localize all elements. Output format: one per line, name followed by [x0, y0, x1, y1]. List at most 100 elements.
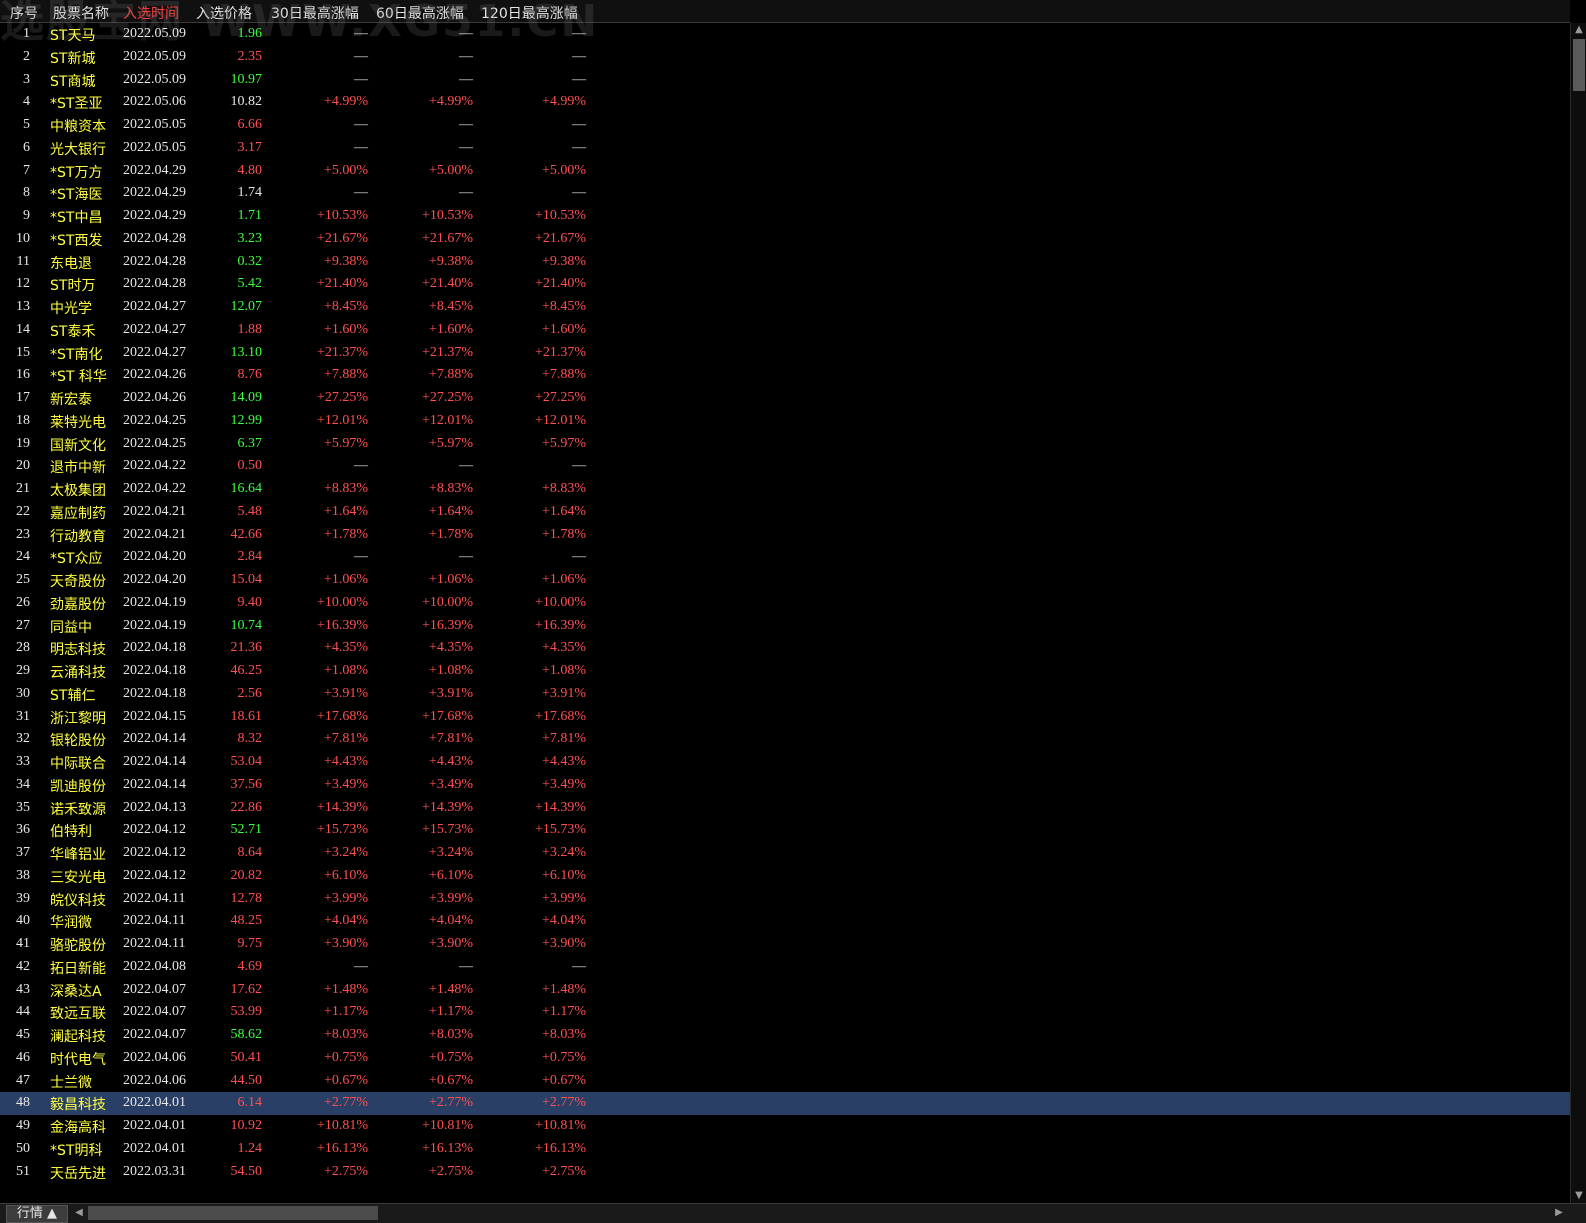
row-index: 18 — [16, 412, 30, 428]
stock-name: 澜起科技 — [50, 1029, 106, 1045]
stock-name: 莱特光电 — [50, 414, 106, 431]
table-row[interactable]: 47 士兰微 2022.04.06 44.50 +0.67% +0.67% +0.67% — [0, 1070, 1570, 1093]
table-row[interactable]: 2 ST新城 2022.05.09 2.35 — — — — [0, 46, 1570, 69]
column-header-60d-max-gain[interactable]: 60日最高涨幅 — [376, 3, 464, 23]
vertical-scrollbar[interactable]: ▲ ▼ — [1570, 23, 1586, 1203]
table-row[interactable]: 28 明志科技 2022.04.18 21.36 +4.35% +4.35% +4.35% — [0, 637, 1570, 660]
stock-name: ST商城 — [50, 73, 96, 90]
table-row[interactable]: 11 东电退 2022.04.28 0.32 +9.38% +9.38% +9.38% — [0, 251, 1570, 274]
table-row[interactable]: 44 致远互联 2022.04.07 53.99 +1.17% +1.17% +1.17% — [0, 1001, 1570, 1024]
table-row[interactable]: 25 天奇股份 2022.04.20 15.04 +1.06% +1.06% +1.06% — [0, 569, 1570, 592]
table-row[interactable]: 34 凯迪股份 2022.04.14 37.56 +3.49% +3.49% +3.49% — [0, 774, 1570, 797]
horizontal-scroll-thumb[interactable] — [88, 1206, 378, 1220]
select-price: 10.82 — [230, 94, 263, 110]
table-row[interactable]: 40 华润微 2022.04.11 48.25 +4.04% +4.04% +4.04% — [0, 910, 1570, 933]
table-row[interactable]: 46 时代电气 2022.04.06 50.41 +0.75% +0.75% +0.75% — [0, 1047, 1570, 1070]
select-date: 2022.04.11 — [123, 936, 186, 951]
table-row[interactable]: 36 伯特利 2022.04.12 52.71 +15.73% +15.73% +15.73… — [0, 819, 1570, 842]
table-row[interactable]: 14 ST泰禾 2022.04.27 1.88 +1.60% +1.60% +1.60% — [0, 319, 1570, 342]
table-row[interactable]: 22 嘉应制药 2022.04.21 5.48 +1.64% +1.64% +1.64% — [0, 501, 1570, 524]
scroll-left-icon[interactable]: ◀ — [72, 1205, 86, 1221]
column-header-select-price[interactable]: 入选价格 — [196, 3, 252, 23]
stock-name: 士兰微 — [50, 1074, 92, 1091]
gain-120d: +8.83% — [541, 481, 586, 496]
table-row[interactable]: 50 *ST明科 2022.04.01 1.24 +16.13% +16.13% +16.1… — [0, 1138, 1570, 1161]
column-header-select-date[interactable]: 入选时间 — [123, 3, 179, 23]
table-row[interactable]: 42 拓日新能 2022.04.08 4.69 — — — — [0, 956, 1570, 979]
table-row[interactable]: 6 光大银行 2022.05.05 3.17 — — — — [0, 137, 1570, 160]
select-price: 37.56 — [230, 776, 263, 792]
table-row[interactable]: 4 *ST圣亚 2022.05.06 10.82 +4.99% +4.99% +4.99% — [0, 91, 1570, 114]
select-price: 21.36 — [230, 640, 263, 656]
table-row[interactable]: 51 天岳先进 2022.03.31 54.50 +2.75% +2.75% +2.75% — [0, 1161, 1570, 1184]
column-header-120d-max-gain[interactable]: 120日最高涨幅 — [481, 3, 578, 23]
table-row[interactable]: 24 *ST众应 2022.04.20 2.84 — — — — [0, 546, 1570, 569]
select-price: 4.80 — [237, 162, 263, 178]
table-row[interactable]: 41 骆驼股份 2022.04.11 9.75 +3.90% +3.90% +3.90% — [0, 933, 1570, 956]
column-header-stock-name[interactable]: 股票名称 — [53, 3, 109, 23]
table-row[interactable]: 48 毅昌科技 2022.04.01 6.14 +2.77% +2.77% +2.77% — [0, 1092, 1570, 1116]
gain-30d: — — [354, 458, 368, 474]
table-row[interactable]: 30 ST辅仁 2022.04.18 2.56 +3.91% +3.91% +3.91% — [0, 683, 1570, 706]
column-header-30d-max-gain[interactable]: 30日最高涨幅 — [271, 3, 359, 23]
table-row[interactable]: 9 *ST中昌 2022.04.29 1.71 +10.53% +10.53% +10.53… — [0, 205, 1570, 228]
table-row[interactable]: 27 同益中 2022.04.19 10.74 +16.39% +16.39% +16.39… — [0, 615, 1570, 638]
table-row[interactable]: 13 中光学 2022.04.27 12.07 +8.45% +8.45% +8.45% — [0, 296, 1570, 319]
tab-market-quotes[interactable]: 行情 ▲ — [6, 1205, 68, 1223]
stock-name: 华润微 — [50, 915, 92, 932]
table-row[interactable]: 3 ST商城 2022.05.09 10.97 — — — — [0, 69, 1570, 92]
table-row[interactable]: 12 ST时万 2022.04.28 5.42 +21.40% +21.40% +21.40… — [0, 273, 1570, 296]
table-row[interactable]: 32 银轮股份 2022.04.14 8.32 +7.81% +7.81% +7.81% — [0, 728, 1570, 751]
gain-60d: +8.03% — [428, 1027, 473, 1042]
table-row[interactable]: 29 云涌科技 2022.04.18 46.25 +1.08% +1.08% +1.08% — [0, 660, 1570, 683]
stock-name: ST天马 — [50, 28, 96, 44]
table-row[interactable]: 10 *ST西发 2022.04.28 3.23 +21.67% +21.67% +21.6… — [0, 228, 1570, 251]
table-row[interactable]: 18 莱特光电 2022.04.25 12.99 +12.01% +12.01% +12.0… — [0, 410, 1570, 433]
gain-60d: +3.99% — [428, 890, 473, 906]
vertical-scroll-thumb[interactable] — [1573, 39, 1585, 91]
row-index: 50 — [16, 1140, 30, 1156]
gain-60d: +12.01% — [421, 412, 473, 428]
table-row[interactable]: 21 太极集团 2022.04.22 16.64 +8.83% +8.83% +8.83% — [0, 478, 1570, 501]
scroll-up-icon[interactable]: ▲ — [1571, 23, 1586, 37]
table-row[interactable]: 26 劲嘉股份 2022.04.19 9.40 +10.00% +10.00% +10.00… — [0, 592, 1570, 615]
table-row[interactable]: 8 *ST海医 2022.04.29 1.74 — — — — [0, 182, 1570, 205]
table-row[interactable]: 23 行动教育 2022.04.21 42.66 +1.78% +1.78% +1.78% — [0, 524, 1570, 547]
gain-30d: +7.88% — [323, 367, 368, 383]
scroll-right-icon[interactable]: ▶ — [1552, 1205, 1566, 1221]
scroll-down-icon[interactable]: ▼ — [1571, 1189, 1586, 1203]
select-date: 2022.04.12 — [123, 867, 186, 883]
table-row[interactable]: 20 退市中新 2022.04.22 0.50 — — — — [0, 455, 1570, 478]
select-date: 2022.05.09 — [123, 26, 186, 41]
gain-120d: +3.91% — [541, 685, 586, 701]
table-row[interactable]: 45 澜起科技 2022.04.07 58.62 +8.03% +8.03% +8.03% — [0, 1024, 1570, 1047]
row-index: 38 — [16, 867, 30, 883]
select-date: 2022.04.01 — [123, 1118, 186, 1133]
table-row[interactable]: 39 皖仪科技 2022.04.11 12.78 +3.99% +3.99% +3.99% — [0, 888, 1570, 911]
table-row[interactable]: 7 *ST万方 2022.04.29 4.80 +5.00% +5.00% +5.00% — [0, 160, 1570, 183]
table-row[interactable]: 1 ST天马 2022.05.09 1.96 — — — — [0, 23, 1570, 46]
gain-60d: +6.10% — [428, 867, 473, 883]
table-row[interactable]: 49 金海高科 2022.04.01 10.92 +10.81% +10.81% +10.8… — [0, 1115, 1570, 1138]
select-price: 4.69 — [237, 958, 263, 974]
table-row[interactable]: 17 新宏泰 2022.04.26 14.09 +27.25% +27.25% +27.25… — [0, 387, 1570, 410]
table-row[interactable]: 16 *ST 科华 2022.04.26 8.76 +7.88% +7.88% +7.88% — [0, 364, 1570, 387]
gain-60d: +17.68% — [421, 708, 473, 724]
select-date: 2022.04.28 — [123, 253, 186, 269]
stock-name: 深桑达A — [50, 983, 102, 1000]
table-row[interactable]: 5 中粮资本 2022.05.05 6.66 — — — — [0, 114, 1570, 137]
select-date: 2022.05.05 — [123, 117, 186, 132]
gain-30d: +17.68% — [316, 708, 368, 724]
column-header-index[interactable]: 序号 — [10, 3, 38, 23]
select-date: 2022.04.01 — [123, 1095, 186, 1111]
gain-60d: +4.43% — [428, 754, 473, 769]
table-row[interactable]: 19 国新文化 2022.04.25 6.37 +5.97% +5.97% +5.97% — [0, 433, 1570, 456]
table-row[interactable]: 33 中际联合 2022.04.14 53.04 +4.43% +4.43% +4.43% — [0, 751, 1570, 774]
gain-60d: — — [459, 185, 473, 201]
table-row[interactable]: 35 诺禾致源 2022.04.13 22.86 +14.39% +14.39% +14.3… — [0, 797, 1570, 820]
table-row[interactable]: 37 华峰铝业 2022.04.12 8.64 +3.24% +3.24% +3.24% — [0, 842, 1570, 865]
table-row[interactable]: 43 深桑达A 2022.04.07 17.62 +1.48% +1.48% +1.48% — [0, 979, 1570, 1002]
table-row[interactable]: 15 *ST南化 2022.04.27 13.10 +21.37% +21.37% +21.… — [0, 342, 1570, 365]
table-row[interactable]: 38 三安光电 2022.04.12 20.82 +6.10% +6.10% +6.10% — [0, 865, 1570, 888]
table-row[interactable]: 31 浙江黎明 2022.04.15 18.61 +17.68% +17.68% +17.6… — [0, 706, 1570, 729]
